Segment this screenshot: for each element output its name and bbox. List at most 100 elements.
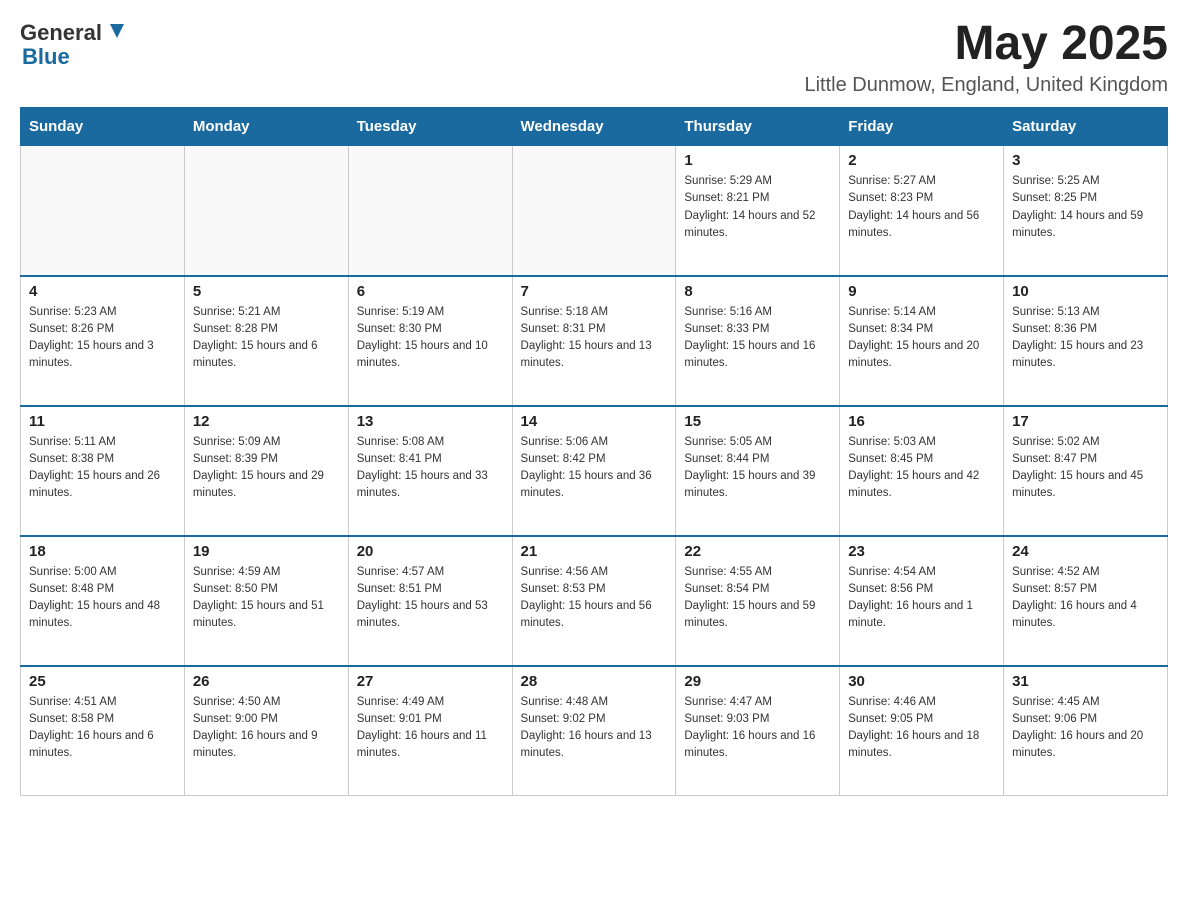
calendar-week-row: 1Sunrise: 5:29 AMSunset: 8:21 PMDaylight… <box>21 146 1168 276</box>
calendar-week-row: 18Sunrise: 5:00 AMSunset: 8:48 PMDayligh… <box>21 536 1168 666</box>
weekday-header-wednesday: Wednesday <box>512 108 676 146</box>
day-number: 6 <box>357 283 504 300</box>
day-number: 31 <box>1012 673 1159 690</box>
day-info: Sunrise: 5:08 AMSunset: 8:41 PMDaylight:… <box>357 434 504 503</box>
calendar-cell: 19 Sunrise: 4:59 AMSunset: 8:50 PMDayligh… <box>184 536 348 666</box>
calendar-cell: 11 Sunrise: 5:11 AMSunset: 8:38 PMDayligh… <box>21 406 185 536</box>
day-info: Sunrise: 5:21 AMSunset: 8:28 PMDaylight:… <box>193 304 340 373</box>
logo-general: General <box>20 22 102 44</box>
day-info: Sunrise: 4:52 AMSunset: 8:57 PMDaylight:… <box>1012 564 1159 633</box>
day-info: Sunrise: 5:02 AMSunset: 8:47 PMDaylight:… <box>1012 434 1159 503</box>
day-info: Sunrise: 4:49 AMSunset: 9:01 PMDaylight:… <box>357 694 504 763</box>
calendar-cell: 22 Sunrise: 4:55 AMSunset: 8:54 PMDayligh… <box>676 536 840 666</box>
calendar-cell: 31 Sunrise: 4:45 AMSunset: 9:06 PMDayligh… <box>1004 666 1168 796</box>
calendar-header-row: SundayMondayTuesdayWednesdayThursdayFrid… <box>21 108 1168 146</box>
day-info: Sunrise: 5:11 AMSunset: 8:38 PMDaylight:… <box>29 434 176 503</box>
location: Little Dunmow, England, United Kingdom <box>804 74 1168 97</box>
day-info: Sunrise: 4:47 AMSunset: 9:03 PMDaylight:… <box>684 694 831 763</box>
day-number: 23 <box>848 543 995 560</box>
calendar-cell: 1Sunrise: 5:29 AMSunset: 8:21 PMDaylight… <box>676 146 840 276</box>
day-number: 19 <box>193 543 340 560</box>
calendar-cell: 23 Sunrise: 4:54 AMSunset: 8:56 PMDayligh… <box>840 536 1004 666</box>
calendar-table: SundayMondayTuesdayWednesdayThursdayFrid… <box>20 107 1168 796</box>
calendar-cell: 21 Sunrise: 4:56 AMSunset: 8:53 PMDayligh… <box>512 536 676 666</box>
day-info: Sunrise: 5:19 AMSunset: 8:30 PMDaylight:… <box>357 304 504 373</box>
day-number: 30 <box>848 673 995 690</box>
calendar-cell: 24 Sunrise: 4:52 AMSunset: 8:57 PMDayligh… <box>1004 536 1168 666</box>
calendar-cell: 27 Sunrise: 4:49 AMSunset: 9:01 PMDayligh… <box>348 666 512 796</box>
calendar-cell: 30 Sunrise: 4:46 AMSunset: 9:05 PMDayligh… <box>840 666 1004 796</box>
calendar-cell: 10Sunrise: 5:13 AMSunset: 8:36 PMDayligh… <box>1004 276 1168 406</box>
page-header: General Blue May 2025 Little Dunmow, Eng… <box>20 20 1168 97</box>
calendar-cell: 5 Sunrise: 5:21 AMSunset: 8:28 PMDaylight… <box>184 276 348 406</box>
calendar-cell: 18Sunrise: 5:00 AMSunset: 8:48 PMDayligh… <box>21 536 185 666</box>
day-number: 24 <box>1012 543 1159 560</box>
weekday-header-sunday: Sunday <box>21 108 185 146</box>
calendar-cell <box>512 146 676 276</box>
logo-blue: Blue <box>22 44 70 69</box>
day-number: 10 <box>1012 283 1159 300</box>
calendar-cell: 15Sunrise: 5:05 AMSunset: 8:44 PMDayligh… <box>676 406 840 536</box>
calendar-cell: 16Sunrise: 5:03 AMSunset: 8:45 PMDayligh… <box>840 406 1004 536</box>
calendar-cell: 9Sunrise: 5:14 AMSunset: 8:34 PMDaylight… <box>840 276 1004 406</box>
calendar-cell: 20 Sunrise: 4:57 AMSunset: 8:51 PMDayligh… <box>348 536 512 666</box>
weekday-header-tuesday: Tuesday <box>348 108 512 146</box>
month-title: May 2025 <box>804 20 1168 68</box>
calendar-week-row: 4 Sunrise: 5:23 AMSunset: 8:26 PMDaylight… <box>21 276 1168 406</box>
day-info: Sunrise: 5:14 AMSunset: 8:34 PMDaylight:… <box>848 304 995 373</box>
calendar-cell: 26 Sunrise: 4:50 AMSunset: 9:00 PMDayligh… <box>184 666 348 796</box>
day-info: Sunrise: 4:59 AMSunset: 8:50 PMDaylight:… <box>193 564 340 633</box>
day-info: Sunrise: 5:05 AMSunset: 8:44 PMDaylight:… <box>684 434 831 503</box>
day-info: Sunrise: 5:16 AMSunset: 8:33 PMDaylight:… <box>684 304 831 373</box>
day-info: Sunrise: 5:00 AMSunset: 8:48 PMDaylight:… <box>29 564 176 633</box>
weekday-header-thursday: Thursday <box>676 108 840 146</box>
day-info: Sunrise: 5:27 AMSunset: 8:23 PMDaylight:… <box>848 173 995 242</box>
day-number: 22 <box>684 543 831 560</box>
day-number: 14 <box>521 413 668 430</box>
day-number: 21 <box>521 543 668 560</box>
calendar-cell: 14 Sunrise: 5:06 AMSunset: 8:42 PMDayligh… <box>512 406 676 536</box>
calendar-cell: 28Sunrise: 4:48 AMSunset: 9:02 PMDayligh… <box>512 666 676 796</box>
day-info: Sunrise: 5:23 AMSunset: 8:26 PMDaylight:… <box>29 304 176 373</box>
calendar-cell <box>21 146 185 276</box>
day-info: Sunrise: 4:54 AMSunset: 8:56 PMDaylight:… <box>848 564 995 633</box>
calendar-cell: 3Sunrise: 5:25 AMSunset: 8:25 PMDaylight… <box>1004 146 1168 276</box>
calendar-cell: 13 Sunrise: 5:08 AMSunset: 8:41 PMDayligh… <box>348 406 512 536</box>
day-number: 16 <box>848 413 995 430</box>
day-number: 2 <box>848 152 995 169</box>
weekday-header-friday: Friday <box>840 108 1004 146</box>
calendar-cell: 7 Sunrise: 5:18 AMSunset: 8:31 PMDaylight… <box>512 276 676 406</box>
day-number: 12 <box>193 413 340 430</box>
day-number: 26 <box>193 673 340 690</box>
day-info: Sunrise: 4:50 AMSunset: 9:00 PMDaylight:… <box>193 694 340 763</box>
day-number: 20 <box>357 543 504 560</box>
header-right: May 2025 Little Dunmow, England, United … <box>804 20 1168 97</box>
day-number: 8 <box>684 283 831 300</box>
day-info: Sunrise: 4:57 AMSunset: 8:51 PMDaylight:… <box>357 564 504 633</box>
day-number: 7 <box>521 283 668 300</box>
day-info: Sunrise: 4:45 AMSunset: 9:06 PMDaylight:… <box>1012 694 1159 763</box>
day-info: Sunrise: 4:46 AMSunset: 9:05 PMDaylight:… <box>848 694 995 763</box>
day-number: 11 <box>29 413 176 430</box>
calendar-week-row: 25Sunrise: 4:51 AMSunset: 8:58 PMDayligh… <box>21 666 1168 796</box>
day-info: Sunrise: 4:56 AMSunset: 8:53 PMDaylight:… <box>521 564 668 633</box>
calendar-week-row: 11 Sunrise: 5:11 AMSunset: 8:38 PMDayligh… <box>21 406 1168 536</box>
day-info: Sunrise: 5:09 AMSunset: 8:39 PMDaylight:… <box>193 434 340 503</box>
day-info: Sunrise: 5:18 AMSunset: 8:31 PMDaylight:… <box>521 304 668 373</box>
day-number: 4 <box>29 283 176 300</box>
calendar-cell <box>348 146 512 276</box>
calendar-cell: 2 Sunrise: 5:27 AMSunset: 8:23 PMDaylight… <box>840 146 1004 276</box>
day-number: 29 <box>684 673 831 690</box>
day-number: 27 <box>357 673 504 690</box>
day-info: Sunrise: 4:48 AMSunset: 9:02 PMDaylight:… <box>521 694 668 763</box>
day-number: 5 <box>193 283 340 300</box>
calendar-cell: 29 Sunrise: 4:47 AMSunset: 9:03 PMDayligh… <box>676 666 840 796</box>
logo: General Blue <box>20 20 128 68</box>
day-number: 1 <box>684 152 831 169</box>
calendar-cell: 25Sunrise: 4:51 AMSunset: 8:58 PMDayligh… <box>21 666 185 796</box>
day-info: Sunrise: 5:06 AMSunset: 8:42 PMDaylight:… <box>521 434 668 503</box>
calendar-cell: 4 Sunrise: 5:23 AMSunset: 8:26 PMDaylight… <box>21 276 185 406</box>
day-number: 13 <box>357 413 504 430</box>
calendar-cell <box>184 146 348 276</box>
day-info: Sunrise: 4:55 AMSunset: 8:54 PMDaylight:… <box>684 564 831 633</box>
